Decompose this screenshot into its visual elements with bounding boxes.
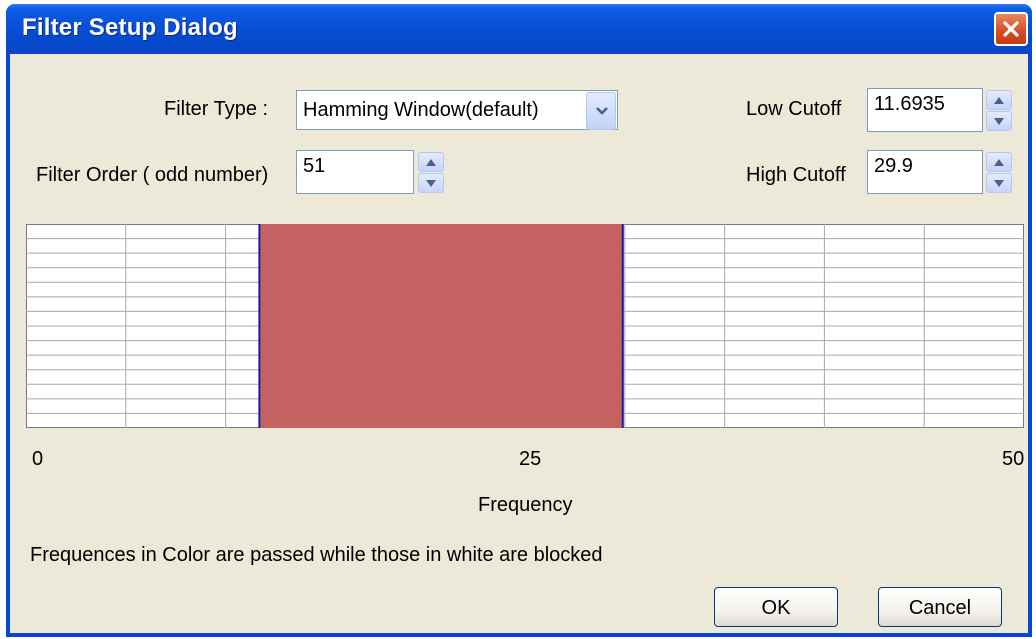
filter-order-input[interactable]: 51 (296, 150, 414, 194)
filter-type-label: Filter Type : (164, 98, 269, 120)
ok-button[interactable]: OK (714, 587, 838, 627)
dialog-title: Filter Setup Dialog (22, 14, 238, 41)
x-tick-label-25: 25 (519, 448, 542, 470)
caption-text: Frequences in Color are passed while tho… (30, 544, 603, 566)
close-icon (1003, 21, 1019, 37)
frequency-response-chart (26, 224, 1024, 428)
arrow-up-icon (994, 97, 1004, 104)
arrow-down-icon (994, 180, 1004, 187)
filter-type-dropdown-button[interactable] (586, 92, 616, 130)
x-axis-label: Frequency (478, 494, 573, 516)
arrow-up-icon (994, 159, 1004, 166)
high-cutoff-increment[interactable] (986, 152, 1012, 172)
low-cutoff-increment[interactable] (986, 90, 1012, 110)
high-cutoff-label: High Cutoff (746, 164, 846, 186)
x-tick-label-50: 50 (1002, 448, 1025, 470)
filter-type-select[interactable]: Hamming Window(default) (296, 90, 618, 130)
filter-order-decrement[interactable] (418, 173, 444, 193)
filter-setup-dialog: Filter Setup Dialog Filter Type : Hammin… (6, 4, 1032, 637)
filter-order-increment[interactable] (418, 152, 444, 172)
low-cutoff-input[interactable]: 11.6935 (867, 88, 983, 132)
high-cutoff-value: 29.9 (874, 155, 913, 177)
filter-order-label: Filter Order ( odd number) (36, 164, 269, 186)
low-cutoff-label: Low Cutoff (746, 98, 842, 120)
filter-order-value: 51 (303, 155, 326, 177)
close-button[interactable] (994, 12, 1028, 46)
x-tick-label-0: 0 (32, 448, 44, 470)
arrow-down-icon (994, 118, 1004, 125)
title-bar: Filter Setup Dialog (6, 4, 1032, 54)
high-cutoff-decrement[interactable] (986, 173, 1012, 193)
chevron-down-icon (596, 107, 608, 115)
passband-region (259, 224, 623, 428)
arrow-up-icon (426, 159, 436, 166)
cancel-button[interactable]: Cancel (878, 587, 1002, 627)
chart-bands (258, 224, 624, 428)
arrow-down-icon (426, 180, 436, 187)
low-cutoff-decrement[interactable] (986, 111, 1012, 131)
low-cutoff-value: 11.6935 (874, 93, 945, 115)
high-cutoff-input[interactable]: 29.9 (867, 150, 983, 194)
filter-type-value: Hamming Window(default) (303, 99, 539, 121)
